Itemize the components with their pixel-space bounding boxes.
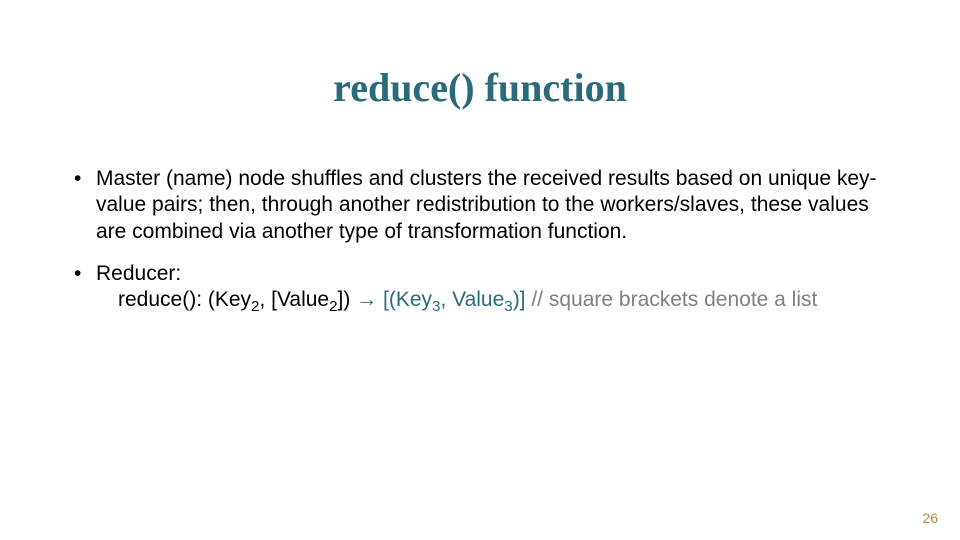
sig-post-arrow: [(Key	[377, 288, 432, 311]
sig-sub-d: 3	[504, 298, 512, 315]
sig-arrow: →	[356, 288, 377, 311]
bullet-2-label: Reducer:	[96, 262, 181, 285]
bullet-2: Reducer: reduce(): (Key2, [Value2]) → [(…	[74, 261, 900, 317]
slide: reduce() function Master (name) node shu…	[0, 0, 960, 540]
sig-sub-b: 2	[329, 298, 337, 315]
sig-prefix: reduce(): (Key	[118, 288, 251, 311]
slide-body: Master (name) node shuffles and clusters…	[74, 166, 900, 333]
slide-title: reduce() function	[0, 64, 960, 111]
reducer-signature: reduce(): (Key2, [Value2]) → [(Key3, Val…	[96, 287, 900, 317]
sig-mid1: , [Value	[259, 288, 329, 311]
sig-comment-sep: //	[526, 288, 549, 311]
sig-tail: )]	[513, 288, 526, 311]
sig-mid2: ])	[338, 288, 357, 311]
bullet-1: Master (name) node shuffles and clusters…	[74, 166, 900, 245]
page-number: 26	[922, 510, 938, 526]
sig-comment: square brackets denote a list	[549, 288, 818, 311]
sig-mid3: , Value	[440, 288, 504, 311]
